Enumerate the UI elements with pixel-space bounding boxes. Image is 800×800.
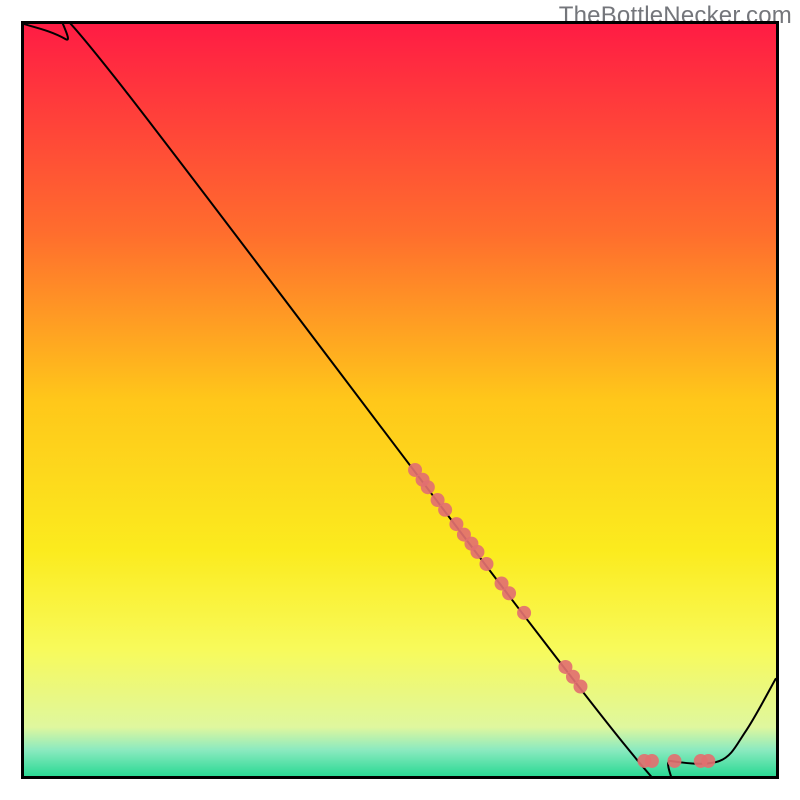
scatter-point xyxy=(421,480,435,494)
chart-frame: { "watermark": "TheBottleNecker.com", "c… xyxy=(0,0,800,800)
scatter-point xyxy=(470,545,484,559)
scatter-point xyxy=(573,680,587,694)
scatter-point xyxy=(701,754,715,768)
chart-svg xyxy=(24,24,776,776)
scatter-point xyxy=(667,754,681,768)
scatter-point xyxy=(479,557,493,571)
scatter-point xyxy=(502,586,516,600)
scatter-point xyxy=(517,606,531,620)
chart-background xyxy=(24,24,776,776)
scatter-point xyxy=(438,503,452,517)
scatter-point xyxy=(645,754,659,768)
plot-area xyxy=(21,21,779,779)
